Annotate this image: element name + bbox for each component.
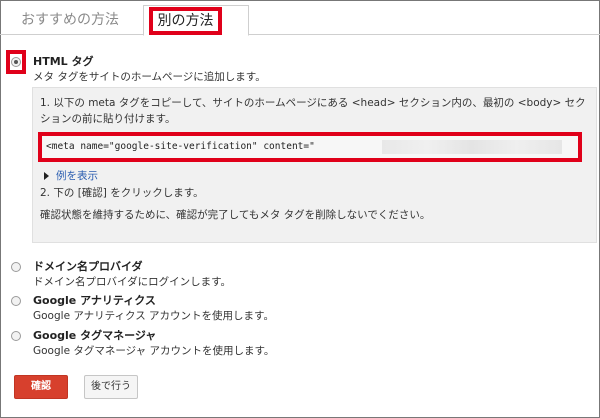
option-google-tag-manager-title: Google タグマネージャ (33, 329, 157, 342)
confirm-button[interactable]: 確認 (14, 375, 68, 399)
radio-google-tag-manager[interactable] (11, 331, 21, 341)
option-html-tag-title: HTML タグ (33, 55, 94, 68)
instruction-step-2: 2. 下の [確認] をクリックします。 (40, 187, 204, 199)
show-example-link[interactable]: 例を表示 (56, 168, 98, 183)
radio-google-analytics[interactable] (11, 296, 21, 306)
option-html-tag-desc: メタ タグをサイトのホームページに追加します。 (33, 71, 266, 83)
expand-triangle-icon[interactable] (44, 172, 49, 180)
radio-html-tag[interactable] (11, 57, 21, 67)
option-domain-provider-title: ドメイン名プロバイダ (33, 260, 143, 273)
option-google-tag-manager-desc: Google タグマネージャ アカウントを使用します。 (33, 345, 275, 357)
option-domain-provider-desc: ドメイン名プロバイダにログインします。 (33, 276, 232, 288)
option-google-analytics-desc: Google アナリティクス アカウントを使用します。 (33, 310, 274, 322)
instruction-step-1: 1. 以下の meta タグをコピーして、サイトのホームページにある <head… (40, 97, 586, 125)
tab-bar: おすすめの方法 (0, 0, 600, 36)
tab-recommended[interactable]: おすすめの方法 (0, 5, 140, 36)
meta-tag-code-text: <meta name="google-site-verification" co… (46, 141, 315, 152)
option-google-analytics-title: Google アナリティクス (33, 294, 156, 307)
redacted-content (382, 140, 562, 154)
later-button[interactable]: 後で行う (84, 375, 138, 399)
tab-alternate-label[interactable]: 別の方法 (149, 7, 222, 35)
radio-domain-provider[interactable] (11, 262, 21, 272)
instruction-note: 確認状態を維持するために、確認が完了してもメタ タグを削除しないでください。 (40, 209, 431, 221)
meta-tag-code[interactable]: <meta name="google-site-verification" co… (38, 132, 582, 162)
